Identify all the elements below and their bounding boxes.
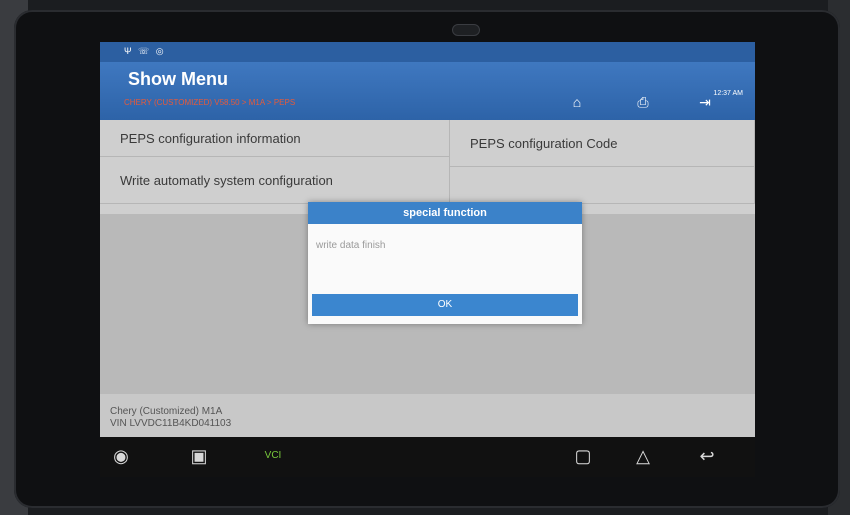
menu-item-label: Write automatly system configuration [120,172,333,188]
exit-icon[interactable]: ⇥ [694,92,716,112]
vehicle-vin: VIN LVVDC11B4KD041103 [110,418,232,429]
dialog-title: special function [308,202,582,224]
app-header: Show Menu CHERY (CUSTOMIZED) V58.50 > M1… [100,62,755,120]
back-icon[interactable]: ↩ [694,443,720,469]
menu-item-peps-info[interactable]: PEPS configuration information [100,120,450,157]
menu-item-label: PEPS configuration information [120,130,301,146]
tablet-screen: Ψ ☏ ◎ Show Menu CHERY (CUSTOMIZED) V58.5… [100,42,755,437]
nav-home-icon[interactable]: △ [630,443,656,469]
screenshot-icon[interactable]: ▣ [186,443,212,469]
page-title: Show Menu [128,69,228,89]
special-function-dialog: special function write data finish OK [308,202,582,324]
camera-icon [452,24,480,36]
home-icon[interactable]: ⌂ [566,92,588,112]
vci-icon[interactable]: VCI [260,443,286,469]
vehicle-info: Chery (Customized) M1A VIN LVVDC11B4KD04… [100,394,755,437]
ok-button[interactable]: OK [312,294,578,316]
status-bar: Ψ ☏ ◎ [100,42,755,62]
android-nav-bar: ◉ ▣ VCI ▢ △ ↩ [100,437,755,477]
menu-item-label: PEPS configuration Code [470,135,618,151]
status-time: 12:37 AM [713,90,743,97]
print-icon[interactable]: ⎙ [632,92,654,112]
status-icons: Ψ ☏ ◎ [124,46,166,56]
browser-icon[interactable]: ◉ [108,443,134,469]
menu-item-write-config[interactable]: Write automatly system configuration [100,157,450,204]
menu-item-empty [450,167,755,204]
menu-grid: PEPS configuration information PEPS conf… [100,120,755,214]
breadcrumb: CHERY (CUSTOMIZED) V58.50 > M1A > PEPS [124,98,296,107]
recent-apps-icon[interactable]: ▢ [570,443,596,469]
menu-item-peps-code[interactable]: PEPS configuration Code [450,120,755,167]
dialog-message: write data finish [316,240,386,251]
vehicle-name: Chery (Customized) M1A [110,406,223,417]
